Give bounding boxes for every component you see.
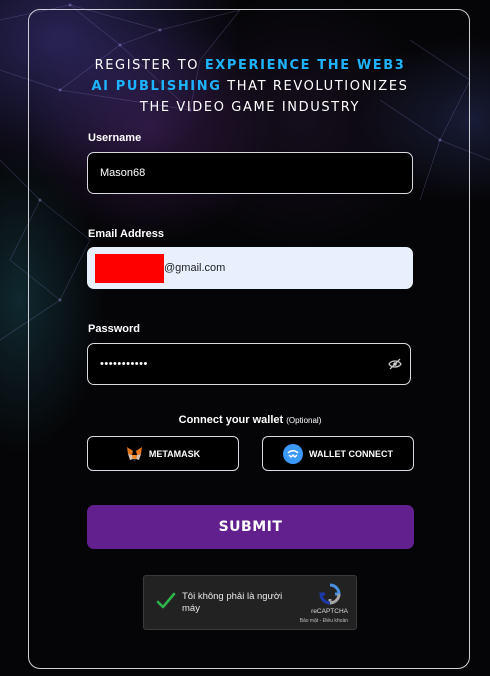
email-redaction-block	[95, 253, 164, 283]
metamask-label: METAMASK	[148, 448, 201, 459]
metamask-fox-icon	[126, 446, 142, 461]
headline-accent-2: AI publishing	[91, 79, 222, 94]
recaptcha-widget[interactable]: Tôi không phải là người máy reCAPTCHA Bả…	[143, 575, 357, 630]
submit-button[interactable]: SUBMIT	[87, 505, 414, 549]
optional-text: (Optional)	[286, 416, 322, 425]
recaptcha-text: Tôi không phải là người máy	[182, 591, 283, 614]
headline-line3-text: the video game industry	[139, 100, 361, 115]
checkmark-icon[interactable]	[156, 592, 176, 610]
recaptcha-links[interactable]: Bảo mật - Điều khoản	[300, 618, 348, 624]
connect-wallet-title: Connect your wallet (Optional)	[29, 414, 471, 426]
username-value: Mason68	[100, 167, 146, 179]
walletconnect-label: WALLET CONNECT	[309, 448, 393, 459]
email-value: @gmail.com	[164, 262, 226, 274]
page-background: Register to experience the Web3 AI publi…	[0, 0, 490, 676]
email-label: Email Address	[88, 228, 165, 240]
password-input[interactable]: •••••••••••	[87, 343, 411, 385]
eye-slash-icon[interactable]	[388, 358, 402, 370]
walletconnect-icon	[283, 443, 303, 464]
username-label: Username	[88, 132, 142, 144]
recaptcha-brand: reCAPTCHA	[311, 608, 348, 615]
password-label: Password	[88, 323, 140, 335]
wallet-connect-button[interactable]: WALLET CONNECT	[262, 436, 414, 471]
password-value: •••••••••••	[100, 358, 148, 370]
headline-line2-text: that revolutionizes	[221, 79, 409, 94]
register-card: Register to experience the Web3 AI publi…	[28, 9, 470, 669]
register-headline: Register to experience the Web3 AI publi…	[29, 55, 471, 118]
metamask-button[interactable]: METAMASK	[87, 436, 239, 471]
headline-accent-1: experience the Web3	[204, 58, 406, 73]
connect-wallet-text: Connect your wallet	[178, 414, 284, 426]
username-input[interactable]: Mason68	[87, 152, 413, 194]
email-input[interactable]: @gmail.com	[87, 247, 413, 289]
recaptcha-logo-icon	[319, 583, 341, 605]
headline-line1-text: Register to	[94, 58, 205, 73]
